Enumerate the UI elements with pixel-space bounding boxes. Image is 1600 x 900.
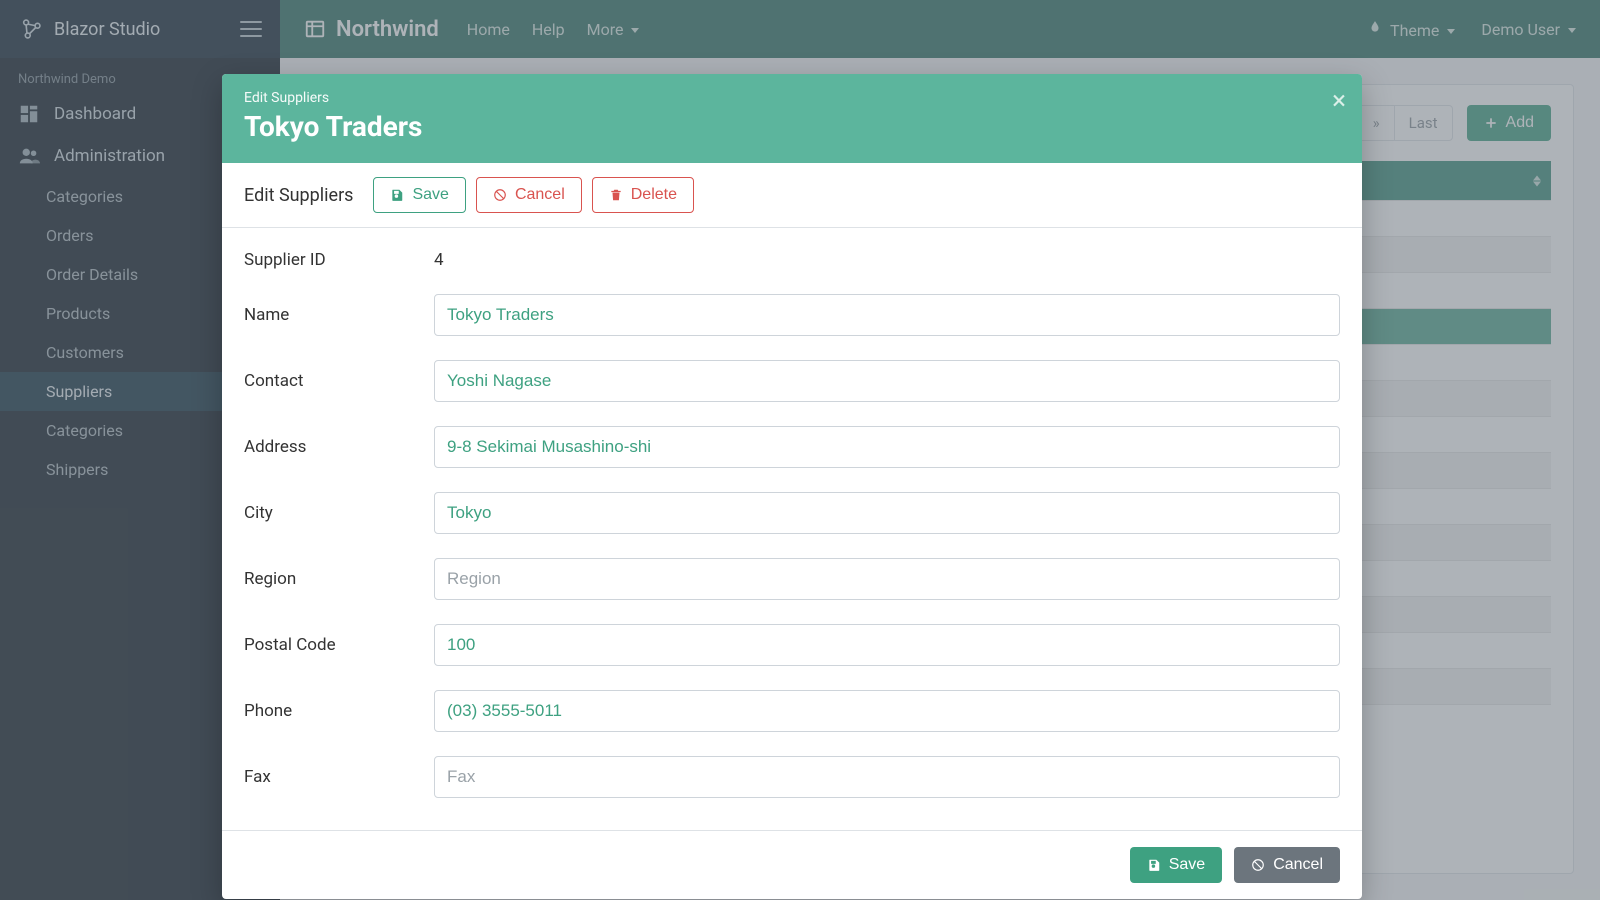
footer-cancel-button[interactable]: Cancel	[1234, 847, 1340, 883]
ban-icon	[493, 188, 507, 202]
save-icon	[390, 188, 404, 202]
dialog-body: Supplier ID 4 Name Contact Address City …	[222, 228, 1362, 830]
save-icon	[1147, 858, 1161, 872]
dialog-footer: Save Cancel	[222, 830, 1362, 899]
dialog-toolbar-title: Edit Suppliers	[244, 185, 353, 206]
cancel-button[interactable]: Cancel	[476, 177, 582, 213]
footer-save-button[interactable]: Save	[1130, 847, 1222, 883]
fax-input[interactable]	[434, 756, 1340, 798]
footer-cancel-label: Cancel	[1273, 857, 1323, 873]
field-supplier-id: Supplier ID 4	[244, 238, 1340, 282]
field-name: Name	[244, 282, 1340, 348]
field-label: Phone	[244, 701, 434, 721]
field-label: Contact	[244, 371, 434, 391]
field-city: City	[244, 480, 1340, 546]
trash-icon	[609, 188, 623, 202]
region-input[interactable]	[434, 558, 1340, 600]
field-contact: Contact	[244, 348, 1340, 414]
delete-button[interactable]: Delete	[592, 177, 694, 213]
field-label: Region	[244, 569, 434, 589]
edit-supplier-dialog: Edit Suppliers Tokyo Traders × Edit Supp…	[222, 74, 1362, 899]
dialog-header-small: Edit Suppliers	[244, 90, 1340, 106]
field-label: Address	[244, 437, 434, 457]
ban-icon	[1251, 858, 1265, 872]
modal-overlay[interactable]: Edit Suppliers Tokyo Traders × Edit Supp…	[0, 0, 1600, 900]
field-label: Fax	[244, 767, 434, 787]
phone-input[interactable]	[434, 690, 1340, 732]
dialog-toolbar: Edit Suppliers Save Cancel Delete	[222, 163, 1362, 228]
city-input[interactable]	[434, 492, 1340, 534]
supplier-id-value: 4	[434, 250, 444, 270]
save-button[interactable]: Save	[373, 177, 465, 213]
field-address: Address	[244, 414, 1340, 480]
dialog-header: Edit Suppliers Tokyo Traders ×	[222, 74, 1362, 163]
field-phone: Phone	[244, 678, 1340, 744]
contact-input[interactable]	[434, 360, 1340, 402]
field-label: Postal Code	[244, 635, 434, 655]
footer-save-label: Save	[1169, 857, 1205, 873]
address-input[interactable]	[434, 426, 1340, 468]
postal-input[interactable]	[434, 624, 1340, 666]
save-button-label: Save	[412, 187, 448, 203]
delete-button-label: Delete	[631, 187, 677, 203]
field-fax: Fax	[244, 744, 1340, 810]
dialog-header-title: Tokyo Traders	[244, 110, 1340, 143]
field-postal: Postal Code	[244, 612, 1340, 678]
field-label: Supplier ID	[244, 250, 434, 270]
field-label: Name	[244, 305, 434, 325]
close-icon[interactable]: ×	[1332, 88, 1346, 114]
field-region: Region	[244, 546, 1340, 612]
field-label: City	[244, 503, 434, 523]
name-input[interactable]	[434, 294, 1340, 336]
cancel-button-label: Cancel	[515, 187, 565, 203]
